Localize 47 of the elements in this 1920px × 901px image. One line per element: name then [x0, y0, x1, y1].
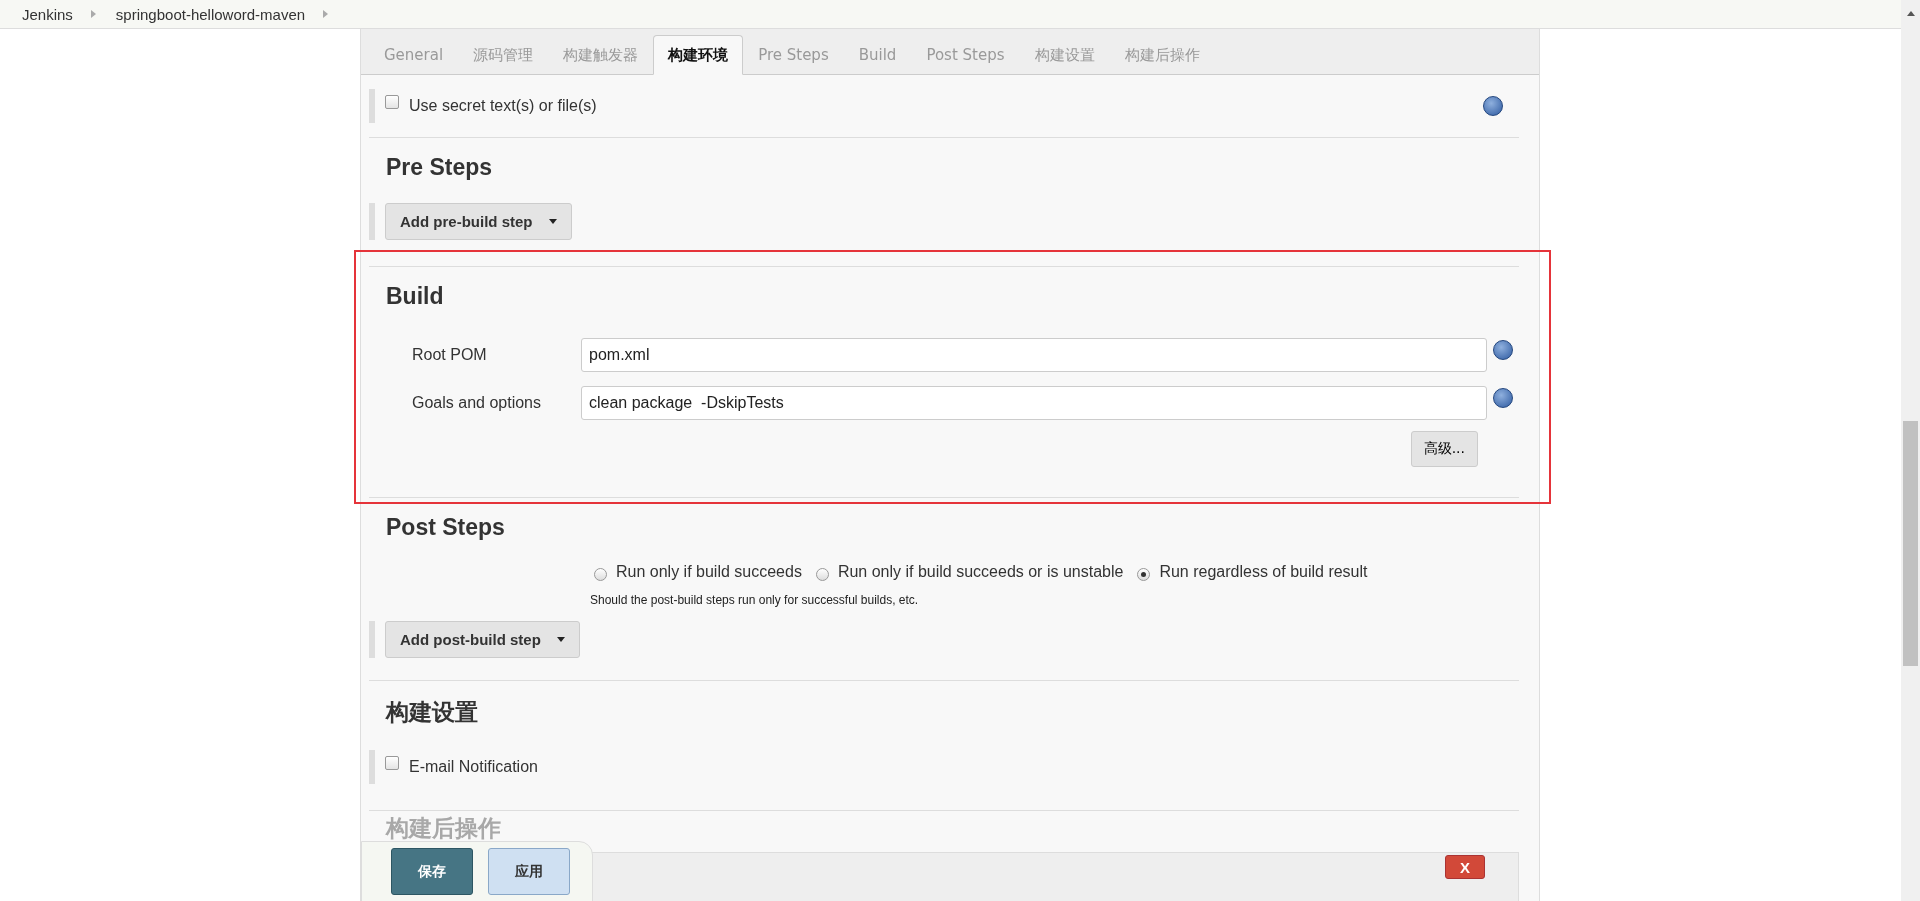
radio-button[interactable] — [1137, 567, 1151, 581]
indent-bar — [369, 203, 375, 240]
section-heading: 构建后操作 — [386, 814, 501, 843]
tab[interactable]: 构建环境 — [653, 35, 744, 75]
add-step-button[interactable]: Add post-build step — [385, 621, 580, 658]
footer-button[interactable]: 应用 — [488, 848, 570, 895]
checkbox[interactable] — [385, 756, 399, 770]
footer-button[interactable]: 保存 — [391, 848, 473, 895]
field-label: Root POM — [411, 346, 488, 364]
indent-bar — [369, 621, 375, 658]
delete-button[interactable]: X — [1445, 855, 1485, 879]
radio-label: Run only if build succeeds or is unstable — [837, 563, 1124, 581]
add-step-button[interactable]: Add pre-build step — [385, 203, 572, 240]
field-label: Goals and options — [411, 394, 542, 412]
section-heading: Post Steps — [386, 514, 506, 541]
tab[interactable]: 构建触发器 — [548, 35, 654, 75]
caret-icon[interactable] — [323, 10, 329, 18]
help-icon[interactable] — [1493, 388, 1513, 408]
scroll-up-icon[interactable] — [1906, 11, 1915, 16]
text-field[interactable]: clean package -DskipTests — [581, 386, 1487, 420]
radio-button[interactable] — [815, 567, 829, 581]
section-heading: 构建设置 — [386, 698, 479, 727]
section-heading: Build — [386, 283, 445, 310]
section-heading: Pre Steps — [386, 154, 494, 181]
radio-label: Run regardless of build result — [1159, 563, 1368, 581]
tab[interactable]: 源码管理 — [458, 35, 549, 75]
help-icon[interactable] — [1483, 96, 1503, 116]
radio-button[interactable] — [594, 567, 607, 581]
help-icon[interactable] — [1493, 340, 1513, 360]
radio-label: Run only if build succeeds — [616, 563, 802, 581]
text-field[interactable]: pom.xml — [581, 338, 1487, 372]
hint-text: Should the post-build steps run only for successful builds, etc. — [589, 593, 920, 607]
caret-icon — [556, 637, 565, 642]
caret-icon — [548, 219, 557, 224]
scroll-thumb[interactable] — [1903, 421, 1918, 666]
scrollbar[interactable] — [1901, 0, 1920, 901]
checkbox-label: E-mail Notification — [409, 758, 538, 776]
checkbox-label: Use secret text(s) or file(s) — [409, 97, 597, 115]
breadcrumb-link[interactable]: Jenkins — [22, 5, 73, 23]
checkbox[interactable] — [385, 95, 399, 109]
tab[interactable]: 构建设置 — [1019, 35, 1110, 75]
tab[interactable]: 构建后操作 — [1109, 35, 1215, 75]
indent-bar — [369, 750, 375, 784]
caret-icon[interactable] — [90, 10, 96, 18]
indent-bar — [369, 89, 375, 123]
advanced-button[interactable]: 高级... — [1410, 431, 1478, 467]
breadcrumb-link[interactable]: springboot-helloword-maven — [115, 5, 306, 23]
